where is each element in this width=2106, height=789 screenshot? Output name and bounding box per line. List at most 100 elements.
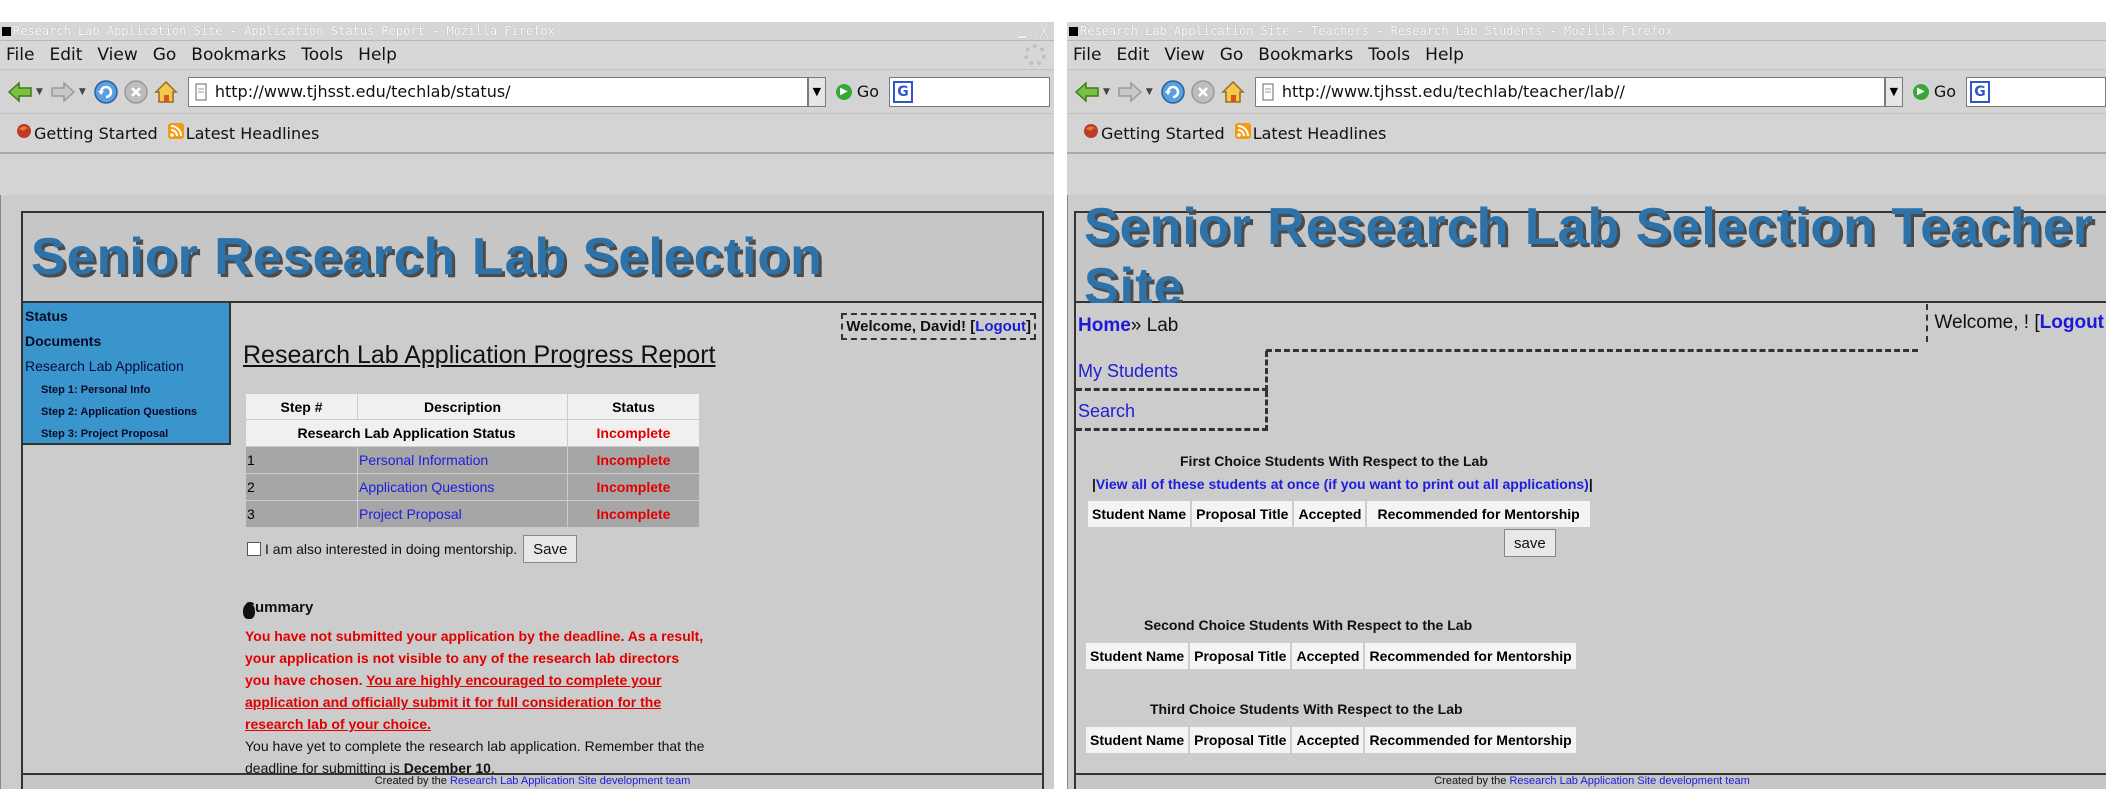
- third-choice-heading: Third Choice Students With Respect to th…: [1150, 701, 1463, 717]
- menu-file[interactable]: File: [6, 45, 34, 65]
- google-icon[interactable]: G: [1970, 80, 1991, 103]
- logout-link[interactable]: Logout: [2040, 312, 2104, 333]
- menu-tools[interactable]: Tools: [1368, 45, 1410, 65]
- column-header: Description: [357, 393, 568, 420]
- maximize-icon[interactable]: □: [1029, 24, 1037, 39]
- close-icon[interactable]: ╳: [1040, 24, 1048, 39]
- menu-go[interactable]: Go: [153, 45, 177, 65]
- search-input[interactable]: G: [889, 76, 1050, 107]
- breadcrumb-home-link[interactable]: Home: [1078, 315, 1131, 336]
- back-icon[interactable]: [6, 78, 34, 106]
- stop-icon[interactable]: [122, 78, 150, 106]
- menu-help[interactable]: Help: [1425, 45, 1464, 65]
- breadcrumb: Home» Lab: [1078, 315, 1178, 337]
- firefox-icon: [16, 123, 32, 143]
- url-text: http://www.tjhsst.edu/techlab/status/: [214, 82, 511, 101]
- step-link-project-proposal[interactable]: Project Proposal: [357, 500, 568, 528]
- forward-dropdown-icon[interactable]: ▼: [79, 87, 86, 97]
- nav-item-my-students[interactable]: My Students: [1076, 351, 1268, 391]
- footer-link[interactable]: Research Lab Application Site developmen…: [450, 775, 690, 787]
- status-badge: Incomplete: [567, 500, 700, 528]
- step-link-application-questions[interactable]: Application Questions: [357, 473, 568, 501]
- title-bar: Research Lab Application Site - Applicat…: [0, 22, 1054, 41]
- url-history-dropdown-icon[interactable]: ▼: [1884, 76, 1903, 107]
- menu-tools[interactable]: Tools: [301, 45, 343, 65]
- second-choice-table: Student Name Proposal Title Accepted Rec…: [1083, 641, 1578, 671]
- menu-edit[interactable]: Edit: [1116, 45, 1149, 65]
- forward-dropdown-icon[interactable]: ▼: [1146, 87, 1153, 97]
- bookmark-latest-headlines[interactable]: Latest Headlines: [167, 123, 319, 143]
- menu-help[interactable]: Help: [358, 45, 397, 65]
- progress-table: Step # Description Status Research Lab A…: [245, 393, 700, 528]
- column-header: Accepted: [1290, 641, 1366, 671]
- status-summary-cell: Research Lab Application Status: [245, 419, 568, 447]
- home-icon[interactable]: [1219, 78, 1247, 106]
- first-choice-table: Student Name Proposal Title Accepted Rec…: [1085, 499, 1592, 529]
- step-number: 1: [245, 446, 358, 474]
- breadcrumb-current: Lab: [1146, 315, 1179, 336]
- go-button[interactable]: ▶ Go: [835, 82, 879, 101]
- first-choice-heading: First Choice Students With Respect to th…: [1180, 453, 1488, 469]
- menu-view[interactable]: View: [97, 45, 137, 65]
- bookmark-getting-started[interactable]: Getting Started: [16, 123, 158, 143]
- logout-link[interactable]: Logout: [975, 318, 1026, 335]
- save-button[interactable]: save: [1504, 529, 1556, 557]
- stop-icon[interactable]: [1189, 78, 1217, 106]
- address-bar[interactable]: http://www.tjhsst.edu/techlab/status/: [187, 76, 808, 107]
- bookmark-latest-headlines[interactable]: Latest Headlines: [1234, 123, 1386, 143]
- url-history-dropdown-icon[interactable]: ▼: [807, 76, 826, 107]
- window-menu-icon[interactable]: [2, 26, 11, 36]
- mentorship-label: I am also interested in doing mentorship…: [265, 541, 518, 557]
- rss-icon: [1234, 123, 1251, 143]
- forward-icon[interactable]: [1116, 78, 1144, 106]
- menu-file[interactable]: File: [1073, 45, 1101, 65]
- column-header: Student Name: [1083, 725, 1191, 755]
- menu-bar: File Edit View Go Bookmarks Tools Help: [1067, 41, 2106, 70]
- footer-link[interactable]: Research Lab Application Site developmen…: [1509, 775, 1749, 787]
- forward-icon[interactable]: [49, 78, 77, 106]
- menu-edit[interactable]: Edit: [49, 45, 82, 65]
- menu-bookmarks[interactable]: Bookmarks: [1258, 45, 1353, 65]
- bookmarks-toolbar: Getting Started Latest Headlines: [1067, 114, 2106, 154]
- address-bar[interactable]: http://www.tjhsst.edu/techlab/teacher/la…: [1254, 76, 1885, 107]
- sidebar-item-step1[interactable]: Step 1: Personal Info: [25, 379, 227, 401]
- window-menu-icon[interactable]: [1069, 26, 1078, 36]
- menu-bar: File Edit View Go Bookmarks Tools Help: [0, 41, 1054, 70]
- sidebar-item-step3[interactable]: Step 3: Project Proposal: [25, 423, 227, 445]
- step-link-personal-info[interactable]: Personal Information: [357, 446, 568, 474]
- bookmarks-toolbar: Getting Started Latest Headlines: [0, 114, 1054, 154]
- reload-icon[interactable]: [1159, 78, 1187, 106]
- back-icon[interactable]: [1073, 78, 1101, 106]
- menu-go[interactable]: Go: [1220, 45, 1244, 65]
- page-content: Senior Research Lab Selection Status Doc…: [0, 195, 1054, 789]
- minimize-icon[interactable]: ▁: [1019, 24, 1027, 39]
- menu-bookmarks[interactable]: Bookmarks: [191, 45, 286, 65]
- view-all-row: |View all of these students at once (if …: [1092, 476, 1593, 492]
- table-row: 3 Project Proposal Incomplete: [245, 500, 700, 528]
- reload-icon[interactable]: [92, 78, 120, 106]
- nav-item-search[interactable]: Search: [1076, 391, 1268, 431]
- back-dropdown-icon[interactable]: ▼: [36, 87, 43, 97]
- column-header: Accepted: [1292, 499, 1368, 529]
- back-dropdown-icon[interactable]: ▼: [1103, 87, 1110, 97]
- sidebar-item-application[interactable]: Research Lab Application: [25, 354, 227, 379]
- sidebar-item-status[interactable]: Status: [25, 304, 227, 329]
- view-all-link[interactable]: View all of these students at once (if y…: [1096, 476, 1589, 492]
- bookmark-getting-started[interactable]: Getting Started: [1083, 123, 1225, 143]
- window-title: Research Lab Application Site - Applicat…: [13, 24, 555, 38]
- search-input[interactable]: G: [1966, 76, 2106, 107]
- title-bar: Research Lab Application Site - Teachers…: [1067, 22, 2106, 41]
- rss-icon: [167, 123, 184, 143]
- breadcrumb-separator: »: [1130, 315, 1147, 336]
- mentorship-checkbox[interactable]: [247, 542, 261, 556]
- home-icon[interactable]: [152, 78, 180, 106]
- google-icon[interactable]: G: [893, 80, 914, 103]
- dashed-divider: [1266, 349, 1918, 352]
- go-button[interactable]: ▶ Go: [1912, 82, 1956, 101]
- save-button[interactable]: Save: [523, 535, 578, 563]
- menu-view[interactable]: View: [1164, 45, 1204, 65]
- sidebar-item-documents[interactable]: Documents: [25, 329, 227, 354]
- sidebar-item-step2[interactable]: Step 2: Application Questions: [25, 401, 227, 423]
- site-banner: Senior Research Lab Selection: [21, 211, 1044, 303]
- url-text: http://www.tjhsst.edu/techlab/teacher/la…: [1281, 82, 1625, 101]
